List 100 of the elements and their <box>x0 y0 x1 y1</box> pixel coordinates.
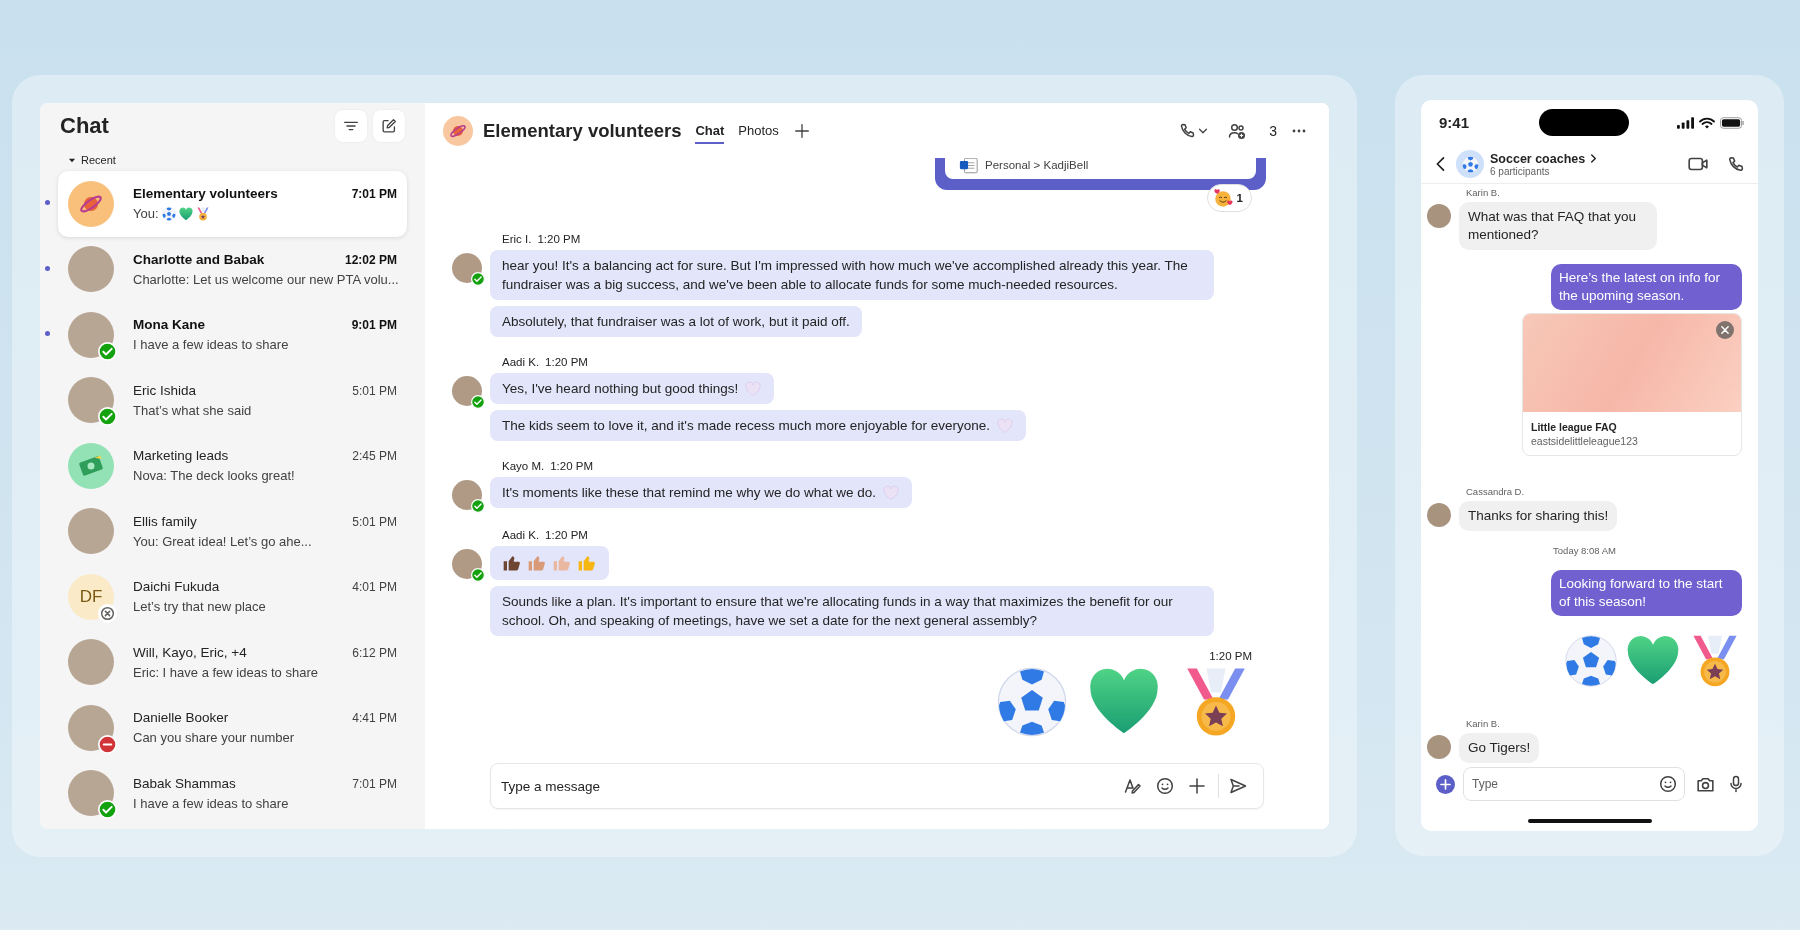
filter-button[interactable] <box>335 110 367 142</box>
message-timestamp: Today 8:08 AM <box>1553 545 1616 556</box>
message-field[interactable]: Type <box>1463 767 1685 801</box>
message-preview: You: <box>133 206 159 222</box>
section-label[interactable]: Recent <box>81 154 116 166</box>
message-bubble: Thanks for sharing this! <box>1459 501 1618 531</box>
reaction-pill[interactable]: 1 <box>1206 184 1252 212</box>
wifi-icon <box>1699 116 1715 129</box>
chat-time: 12:02 PM <box>344 252 397 267</box>
chat-name: Eric Ishida <box>133 382 198 398</box>
plus-icon <box>1187 776 1207 796</box>
reaction-count: 1 <box>1236 192 1243 204</box>
chat-list-item[interactable]: Mona Kane 9:01 PM I have a few ideas to share <box>58 302 407 368</box>
link-preview-card[interactable]: Little league FAQ eastsidelittleleague123 <box>1522 313 1742 456</box>
chat-name: Charlotte and Babak <box>133 251 266 267</box>
status-time: 9:41 <box>1439 114 1471 131</box>
soccer-ball-icon <box>1564 634 1618 688</box>
sidebar-title: Chat <box>60 113 110 139</box>
participant-count: 3 <box>1269 122 1277 139</box>
chat-list-item[interactable]: Will, Kayo, Eric, +4 6:12 PM Eric: I have a few ideas to share <box>58 629 407 695</box>
message-input[interactable]: Type <box>1470 776 1658 792</box>
message-text: Sounds like a plan. It's important to ensure that we're allocating funds in a way that maximizes the benefit for our school. Oh, and speaking of meetings, have we set a date for the next general assembly? <box>502 593 1174 630</box>
chat-time: 7:01 PM <box>352 776 397 791</box>
avatar-initials: DF <box>68 573 114 620</box>
file-path: Personal > KadjiBell <box>985 159 1089 171</box>
compose-icon <box>380 117 398 135</box>
sender-name: Eric I. <box>502 233 532 245</box>
chat-time: 6:12 PM <box>352 645 397 660</box>
heart-icon <box>178 206 193 221</box>
sender-name: Karin B. <box>1465 187 1501 199</box>
chat-name: Will, Kayo, Eric, +4 <box>133 644 248 660</box>
message-preview: I have a few ideas to share <box>133 337 289 353</box>
message-preview: Charlotte: Let us welcome our new PTA volu... <box>133 271 399 287</box>
avatar-photo <box>68 704 114 751</box>
chat-title: Elementary volunteers <box>483 119 682 142</box>
close-icon[interactable] <box>1716 321 1734 339</box>
avatar-photo <box>68 246 114 293</box>
text-format-icon <box>1123 776 1143 796</box>
sender-name: Cassandra D. <box>1465 486 1526 498</box>
shared-file-card[interactable]: Personal > KadjiBell <box>935 158 1266 190</box>
message-preview: Can you share your number <box>133 730 295 746</box>
sender-name: Aadi K. <box>502 356 540 368</box>
message-preview: That’s what she said <box>133 402 252 418</box>
message-time: 1:20 PM <box>545 529 588 541</box>
add-tab-button[interactable] <box>792 121 811 140</box>
send-icon <box>1228 776 1248 796</box>
chat-time: 9:01 PM <box>351 318 397 333</box>
chat-time: 2:45 PM <box>352 449 397 464</box>
message-text: Absolutely, that fundraiser was a lot of work, but it paid off. <box>502 313 850 331</box>
chat-time: 7:01 PM <box>351 187 397 202</box>
tab[interactable]: Photos <box>738 117 779 144</box>
message-time: 1:20 PM <box>545 356 588 368</box>
sender-name: Karin B. <box>1465 718 1501 730</box>
chat-time: 5:01 PM <box>352 514 397 529</box>
add-button[interactable] <box>1436 774 1455 794</box>
message-bubble: Here’s the latest on info for the upoming season. <box>1551 264 1742 310</box>
caret-down-icon[interactable] <box>68 156 76 164</box>
chat-name: Mona Kane <box>133 317 206 333</box>
chat-list-item[interactable]: Marketing leads 2:45 PM Nova: The deck looks great! <box>58 433 407 499</box>
emoji-icon[interactable] <box>1658 774 1678 794</box>
avatar-photo <box>1427 735 1451 759</box>
chat-name: Ellis family <box>133 513 198 529</box>
sender-name: Kayo M. <box>502 460 545 472</box>
message-input[interactable]: Type a message <box>491 765 1114 807</box>
new-chat-button[interactable] <box>373 110 405 142</box>
chat-list-item[interactable]: Babak Shammas 7:01 PM I have a few ideas to share <box>58 760 407 826</box>
message-field[interactable]: Type a message <box>490 763 1264 809</box>
medal-icon <box>195 206 210 221</box>
chat-name: Elementary volunteers <box>133 186 279 202</box>
avatar-photo <box>68 377 114 424</box>
link-url: eastsidelittleleague123 <box>1530 435 1639 449</box>
chat-time: 4:41 PM <box>352 711 397 726</box>
word-document-icon <box>959 158 979 174</box>
plus-icon <box>1440 778 1451 790</box>
chat-list-item[interactable]: Eric Ishida 5:01 PM That’s what she said <box>58 367 407 433</box>
tab[interactable]: Chat <box>695 117 725 144</box>
message-text: The kids seem to love it, and it's made recess much more enjoyable for everyone. <box>502 417 991 435</box>
message-preview: I have a few ideas to share <box>133 795 289 811</box>
chat-list-item[interactable]: Charlotte and Babak 12:02 PM Charlotte: Let us welcome our new PTA volu... <box>58 236 407 302</box>
chat-name: Marketing leads <box>133 448 230 464</box>
soccer-ball-icon <box>1461 155 1479 173</box>
avatar-photo <box>68 639 114 686</box>
chevron-right-icon[interactable] <box>1589 153 1599 164</box>
message-text: hear you! It's a balancing act for sure. But I'm impressed with how much we've accomplished already this year. The fundraiser was a big success, and we've been able to allocate funds for some much-needed resources. <box>502 257 1189 294</box>
avatar-photo <box>1427 204 1451 228</box>
message-time: 1:20 PM <box>550 460 593 472</box>
soccer-ball-icon <box>996 666 1068 738</box>
message-time: 1:20 PM <box>1209 650 1252 662</box>
emoji-icon <box>1155 776 1175 796</box>
plus-icon <box>792 121 811 140</box>
message-preview: You: Great idea! Let’s go ahe... <box>133 533 312 549</box>
chat-list-item[interactable]: Ellis family 5:01 PM You: Great idea! Let’s go ahe... <box>58 498 407 564</box>
chat-time: 5:01 PM <box>352 383 397 398</box>
message-time: 1:20 PM <box>537 233 581 245</box>
chat-title[interactable]: Soccer coaches <box>1490 151 1586 166</box>
avatar-photo <box>68 311 114 358</box>
chat-list-item[interactable]: DF Daichi Fukuda 4:01 PM Let’s try that new place <box>58 564 407 630</box>
smiling-face-icon <box>1212 188 1233 208</box>
avatar-photo <box>68 770 114 817</box>
chat-list-item[interactable]: Danielle Booker 4:41 PM Can you share your number <box>58 695 407 761</box>
